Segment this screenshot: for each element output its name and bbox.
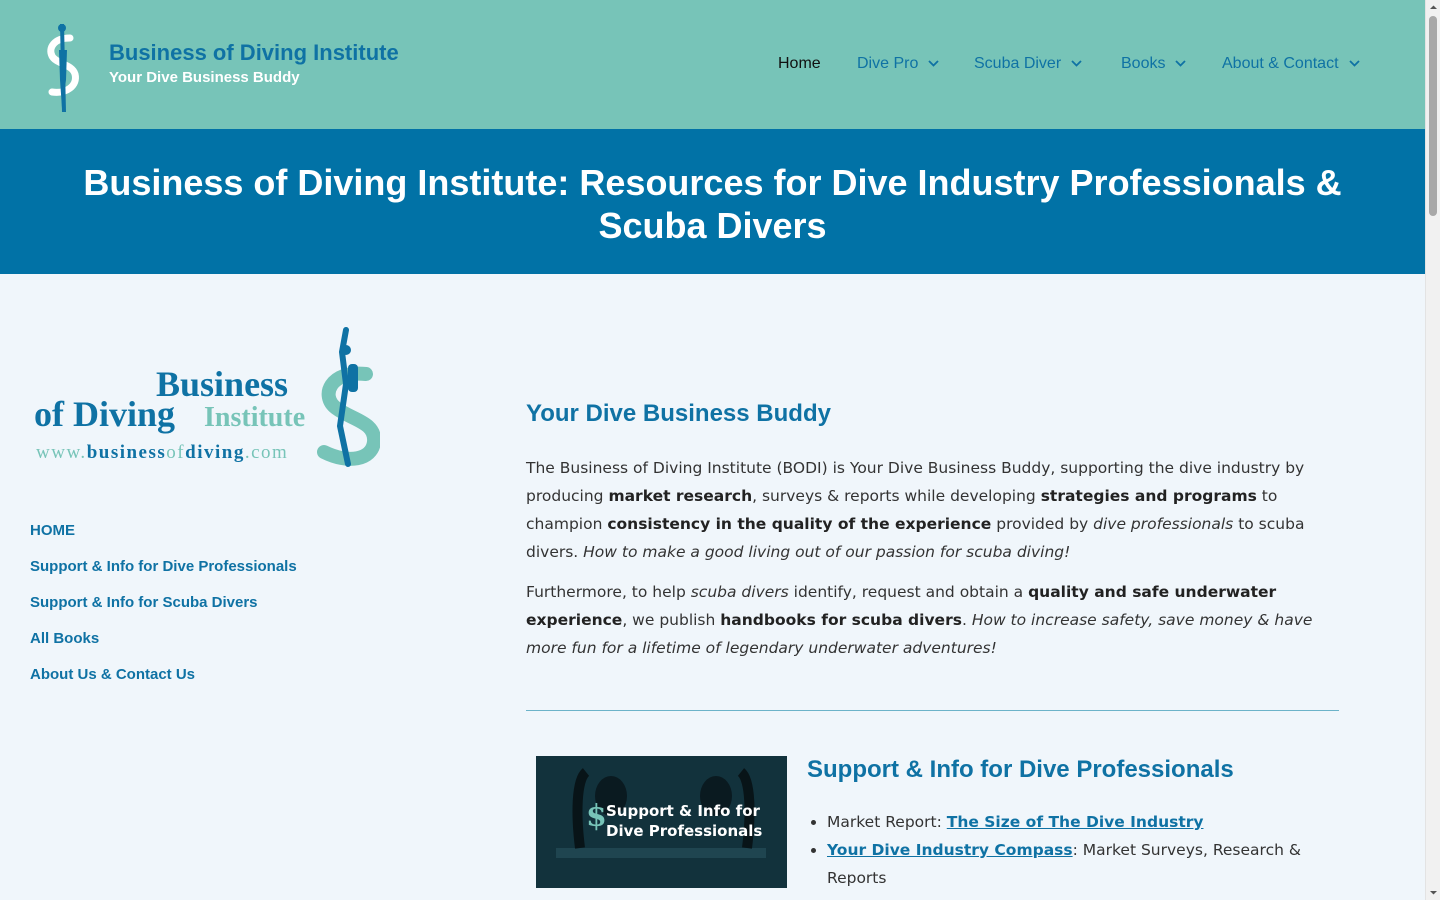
- nav-home-label: Home: [778, 55, 821, 72]
- sidebar-item-scuba-divers[interactable]: Support & Info for Scuba Divers: [30, 592, 297, 628]
- logo-url: www.businessofdiving.com: [36, 442, 288, 463]
- nav-dive-pro[interactable]: Dive Pro: [857, 55, 939, 73]
- sidebar-item-dive-professionals[interactable]: Support & Info for Dive Professionals: [30, 556, 297, 592]
- main-nav: Home Dive Pro Scuba Diver Books About & …: [0, 55, 1425, 77]
- sidebar-item-home[interactable]: HOME: [30, 520, 297, 556]
- nav-books[interactable]: Books: [1121, 55, 1187, 73]
- nav-home[interactable]: Home: [778, 55, 821, 73]
- scrollbar[interactable]: [1425, 0, 1440, 900]
- scroll-down-icon[interactable]: [1426, 885, 1440, 900]
- sidebar-nav: HOME Support & Info for Dive Professiona…: [30, 520, 297, 700]
- svg-text:$: $: [586, 799, 607, 834]
- section-divider: [526, 710, 1339, 711]
- nav-about-contact[interactable]: About & Contact: [1222, 55, 1360, 73]
- hero-banner: Business of Diving Institute: Resources …: [0, 129, 1425, 274]
- card-title[interactable]: Support & Info for Dive Professionals: [807, 756, 1234, 784]
- nav-books-label: Books: [1121, 55, 1166, 72]
- chevron-down-icon: [928, 60, 939, 68]
- card-list: Market Report: The Size of The Dive Indu…: [827, 808, 1327, 892]
- chevron-down-icon: [1348, 60, 1360, 68]
- scroll-thumb[interactable]: [1429, 16, 1437, 216]
- image-text-line1: Support & Info for: [606, 802, 760, 820]
- page-title: Business of Diving Institute: Resources …: [83, 162, 1342, 246]
- logo-line2b: Institute: [204, 402, 305, 433]
- nav-scuba-diver-label: Scuba Diver: [974, 55, 1062, 72]
- section-heading: Your Dive Business Buddy: [526, 400, 831, 427]
- nav-about-contact-label: About & Contact: [1222, 55, 1339, 72]
- chevron-down-icon: [1175, 60, 1187, 68]
- divers-meeting-illustration: $ Support & Info for Dive Professionals: [536, 756, 787, 888]
- intro-paragraph: The Business of Diving Institute (BODI) …: [526, 459, 1305, 561]
- list-item: Market Report: The Size of The Dive Indu…: [827, 808, 1327, 836]
- divers-paragraph: Furthermore, to help scuba divers identi…: [526, 583, 1313, 657]
- link-size-of-dive-industry[interactable]: The Size of The Dive Industry: [947, 813, 1204, 831]
- logo-line1: Business: [156, 364, 288, 404]
- scroll-up-icon[interactable]: [1426, 0, 1440, 15]
- logo-line2a: of Diving: [34, 394, 175, 434]
- chevron-down-icon: [1071, 60, 1082, 68]
- dollar-diver-icon: [317, 327, 380, 467]
- site-header: Business of Diving Institute Your Dive B…: [0, 0, 1425, 129]
- dive-professionals-image[interactable]: $ Support & Info for Dive Professionals: [536, 756, 787, 888]
- list-item: Your Dive Industry Compass: Market Surve…: [827, 836, 1327, 892]
- nav-scuba-diver[interactable]: Scuba Diver: [974, 55, 1082, 73]
- institute-logo[interactable]: Business of Diving Institute www.busines…: [30, 326, 380, 471]
- image-text-line2: Dive Professionals: [606, 822, 762, 840]
- sidebar-item-all-books[interactable]: All Books: [30, 628, 297, 664]
- main-content: Your Dive Business Buddy The Business of…: [526, 400, 1339, 674]
- nav-dive-pro-label: Dive Pro: [857, 55, 919, 72]
- sidebar-item-about-contact[interactable]: About Us & Contact Us: [30, 664, 297, 700]
- link-dive-industry-compass[interactable]: Your Dive Industry Compass: [827, 841, 1073, 859]
